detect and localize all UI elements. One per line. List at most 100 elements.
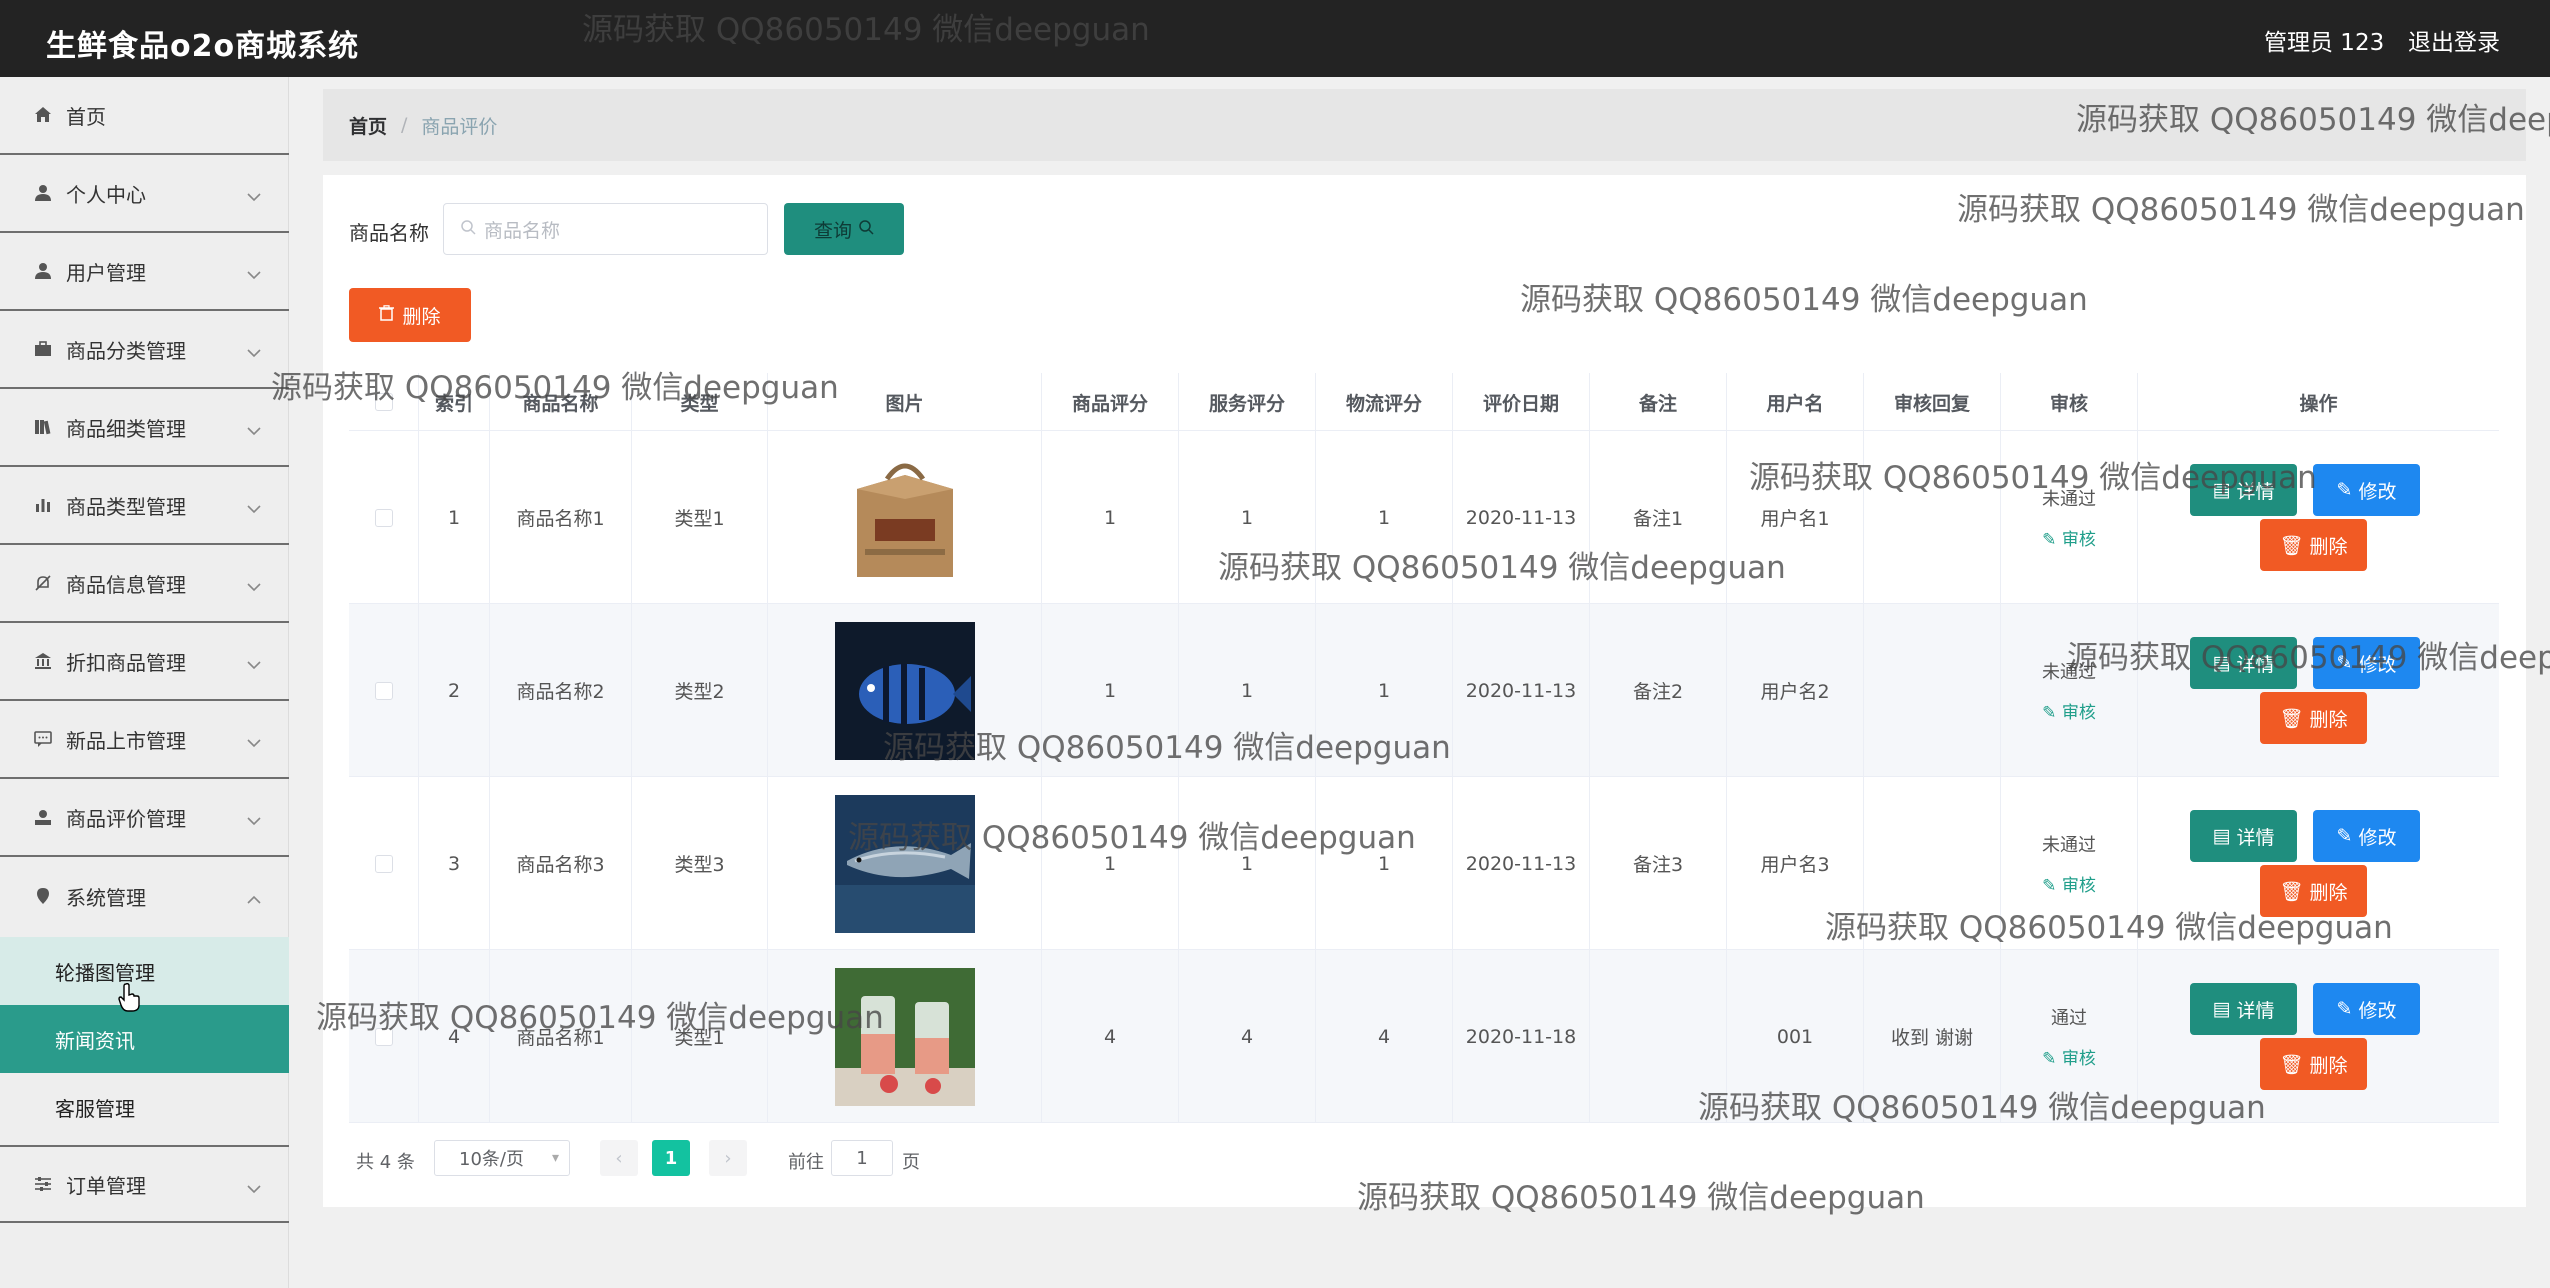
search-icon — [858, 218, 874, 240]
gift-box-image — [834, 448, 975, 587]
edit-icon: ✎ — [2042, 703, 2062, 723]
column-header: 备注 — [1590, 373, 1727, 431]
row-checkbox[interactable] — [374, 1027, 393, 1046]
delete-button[interactable]: 🗑 删除 — [2260, 692, 2367, 744]
cell-user: 001 — [1727, 950, 1864, 1123]
logout-link[interactable]: 退出登录 — [2408, 23, 2500, 57]
review-link[interactable]: ✎ 审核 — [2042, 698, 2096, 723]
select-all-checkbox[interactable] — [374, 393, 393, 411]
column-header: 商品评分 — [1042, 373, 1179, 431]
column-header: 图片 — [768, 373, 1042, 431]
sidebar-subitem-news[interactable]: 新闻资讯 — [0, 1005, 289, 1073]
cell-review: 未通过 ✎ 审核 — [2001, 777, 2138, 950]
row-checkbox[interactable] — [374, 681, 393, 700]
edit-button[interactable]: ✎ 修改 — [2313, 810, 2420, 862]
document-icon: ▤ — [2212, 479, 2231, 501]
trash-icon: 🗑 — [2279, 880, 2304, 903]
edit-button[interactable]: ✎ 修改 — [2313, 637, 2420, 689]
sidebar-item-discount[interactable]: 折扣商品管理 — [0, 623, 289, 701]
detail-button[interactable]: ▤ 详情 — [2190, 464, 2297, 516]
home-icon — [32, 104, 54, 126]
sidebar-subitem-carousel[interactable]: 轮播图管理 — [0, 937, 289, 1005]
cell-user: 用户名1 — [1727, 431, 1864, 604]
sidebar-item-reviews[interactable]: 商品评价管理 — [0, 779, 289, 857]
sidebar-item-label: 商品评价管理 — [66, 806, 186, 831]
sidebar-item-subcategory[interactable]: 商品细类管理 — [0, 389, 289, 467]
sidebar-item-home[interactable]: 首页 — [0, 77, 289, 155]
sidebar-item-label: 商品分类管理 — [66, 338, 186, 363]
detail-button[interactable]: ▤ 详情 — [2190, 637, 2297, 689]
detail-button[interactable]: ▤ 详情 — [2190, 983, 2297, 1035]
edit-icon: ✎ — [2336, 652, 2353, 674]
breadcrumb-home[interactable]: 首页 — [349, 112, 387, 139]
delete-button[interactable]: 🗑 删除 — [2260, 519, 2367, 571]
sidebar-subitem-customer-service[interactable]: 客服管理 — [0, 1073, 289, 1141]
table-row: 3 商品名称3 类型3 1 1 1 2020-11-13 备注3 用户名3 未通… — [349, 777, 2499, 950]
review-link[interactable]: ✎ 审核 — [2042, 1044, 2096, 1069]
header-select-all[interactable] — [349, 373, 419, 431]
sidebar-item-personal-center[interactable]: 个人中心 — [0, 155, 289, 233]
cell-reply: 收到 谢谢 — [1864, 950, 2001, 1123]
trash-icon: 🗑 — [2279, 707, 2304, 730]
cell-logistics-score: 4 — [1316, 950, 1453, 1123]
query-button-label: 查询 — [813, 219, 852, 242]
sidebar-item-system[interactable]: 系统管理 — [0, 857, 289, 935]
review-link[interactable]: ✎ 审核 — [2042, 525, 2096, 550]
trash-icon: 🗑 — [2279, 1053, 2304, 1076]
cell-image — [768, 604, 1042, 777]
sidebar-item-users[interactable]: 用户管理 — [0, 233, 289, 311]
chevron-left-icon: ‹ — [615, 1147, 623, 1169]
drinks-image — [834, 967, 975, 1106]
cell-review: 未通过 ✎ 审核 — [2001, 604, 2138, 777]
cell-index: 2 — [419, 604, 490, 777]
sidebar-item-new-arrivals[interactable]: 新品上市管理 — [0, 701, 289, 779]
search-input[interactable]: 商品名称 — [443, 203, 768, 255]
app-title: 生鲜食品o2o商城系统 — [46, 29, 360, 64]
cell-goods-score: 1 — [1042, 604, 1179, 777]
delete-button[interactable]: 🗑 删除 — [2260, 1038, 2367, 1090]
cell-reply — [1864, 777, 2001, 950]
query-button[interactable]: 查询 — [784, 203, 904, 255]
cell-type: 类型3 — [632, 777, 768, 950]
cell-type: 类型2 — [632, 604, 768, 777]
row-checkbox[interactable] — [374, 854, 393, 873]
goto-page-input[interactable]: 1 — [831, 1140, 893, 1176]
chevron-down-icon: ▾ — [551, 1150, 559, 1166]
cell-name: 商品名称2 — [490, 604, 632, 777]
column-header: 审核 — [2001, 373, 2138, 431]
column-header: 评价日期 — [1453, 373, 1590, 431]
sidebar-subitem-label: 新闻资讯 — [55, 1028, 135, 1053]
detail-button[interactable]: ▤ 详情 — [2190, 810, 2297, 862]
sidebar-item-category[interactable]: 商品分类管理 — [0, 311, 289, 389]
user-icon — [32, 260, 54, 282]
chat-icon — [32, 728, 54, 750]
edit-button[interactable]: ✎ 修改 — [2313, 983, 2420, 1035]
user-icon — [32, 182, 54, 204]
hand-cursor-icon — [118, 982, 142, 1017]
fish-image — [834, 794, 975, 933]
bar-chart-icon — [32, 494, 54, 516]
cell-type: 类型1 — [632, 431, 768, 604]
delete-button[interactable]: 🗑 删除 — [2260, 865, 2367, 917]
sidebar-item-goods-info[interactable]: 商品信息管理 — [0, 545, 289, 623]
page-size-value: 10条/页 — [459, 1149, 524, 1170]
cell-date: 2020-11-18 — [1453, 950, 1590, 1123]
trash-icon — [379, 304, 395, 326]
edit-button[interactable]: ✎ 修改 — [2313, 464, 2420, 516]
column-header: 服务评分 — [1179, 373, 1316, 431]
sidebar-item-type[interactable]: 商品类型管理 — [0, 467, 289, 545]
column-header: 用户名 — [1727, 373, 1864, 431]
sidebar-item-orders[interactable]: 订单管理 — [0, 1145, 289, 1223]
batch-delete-button[interactable]: 删除 — [349, 288, 471, 342]
row-checkbox[interactable] — [374, 508, 393, 527]
goto-unit: 页 — [902, 1152, 920, 1173]
admin-label: 管理员 123 — [2264, 30, 2385, 56]
page-size-select[interactable]: 10条/页 ▾ — [434, 1140, 570, 1176]
page-number-current[interactable]: 1 — [652, 1140, 690, 1176]
next-page-button[interactable]: › — [709, 1140, 747, 1176]
edit-icon: ✎ — [2042, 1049, 2062, 1069]
edit-icon: ✎ — [2336, 825, 2353, 847]
chevron-down-icon — [247, 573, 261, 597]
review-link[interactable]: ✎ 审核 — [2042, 871, 2096, 896]
prev-page-button[interactable]: ‹ — [600, 1140, 638, 1176]
